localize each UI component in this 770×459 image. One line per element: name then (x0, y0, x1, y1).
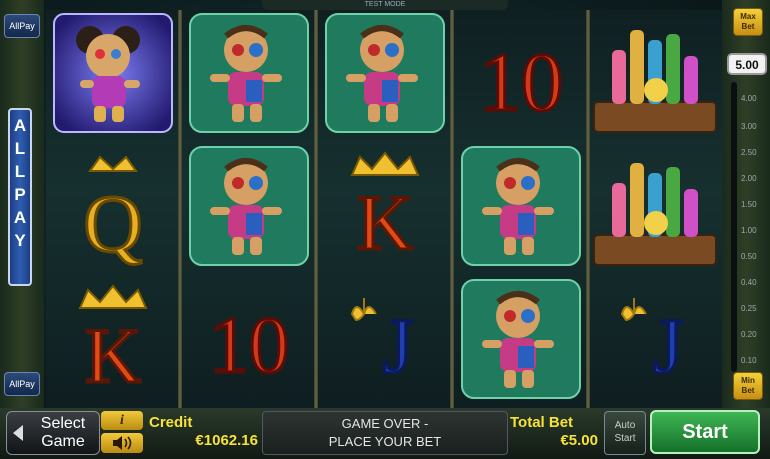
sound-button[interactable] (101, 433, 143, 453)
bet-tick: 0.20 (741, 330, 757, 339)
symbol-jack: J (592, 276, 718, 402)
bet-tick: 3.00 (741, 122, 757, 131)
symbol-king: K (322, 143, 448, 269)
min-bet-label: Bet (741, 386, 755, 395)
total-bet-label: Total Bet (510, 414, 574, 431)
symbol-voodoo-doll (186, 10, 312, 136)
allpay-letter: Y (14, 231, 26, 250)
svg-text:10: 10 (209, 302, 289, 390)
select-game-label: Game (41, 433, 85, 450)
select-game-label: Select (40, 415, 86, 432)
back-arrow-icon (13, 425, 23, 441)
total-bet-value: €5.00 (560, 432, 598, 449)
svg-text:J: J (653, 302, 683, 389)
symbol-voodoo-doll-wild (50, 10, 176, 136)
credit-label: Credit (149, 414, 193, 431)
min-bet-label: Min (741, 376, 755, 385)
max-bet-label: Max (740, 12, 756, 21)
symbol-queen: Q (50, 143, 176, 269)
bet-slider[interactable]: 4.00 3.00 2.50 2.00 1.50 1.00 0.50 0.40 … (727, 82, 765, 372)
auto-start-label: Auto (614, 420, 636, 431)
symbol-ten: 10 (186, 276, 312, 402)
svg-text:K: K (357, 179, 413, 266)
bet-tick: 2.00 (741, 174, 757, 183)
bet-value-display: 5.00 (727, 53, 767, 75)
allpay-top-button[interactable]: AllPay (4, 14, 40, 38)
allpay-letter: A (13, 116, 27, 135)
max-bet-button[interactable]: Max Bet (733, 8, 763, 36)
max-bet-label: Bet (741, 22, 755, 31)
symbol-potions (592, 10, 718, 136)
bet-tick: 0.40 (741, 278, 757, 287)
bet-tick: 0.25 (741, 304, 757, 313)
svg-text:K: K (85, 312, 141, 399)
allpay-bottom-button[interactable]: AllPay (4, 372, 40, 396)
symbol-king: K (50, 276, 176, 402)
allpay-vertical-label: A L L P A Y (8, 108, 32, 286)
allpay-letter: P (14, 185, 26, 204)
game-screen: TEST MODE 10 Q K K 10 J J AllPay A L L P… (0, 0, 770, 459)
svg-text:10: 10 (479, 36, 563, 129)
svg-text:J: J (383, 302, 413, 389)
auto-start-label: Start (614, 433, 636, 444)
symbol-jack: J (322, 276, 448, 402)
bet-slider-track[interactable] (731, 82, 737, 372)
info-button[interactable]: i (101, 411, 143, 430)
symbol-voodoo-doll (458, 276, 584, 402)
message-line: GAME OVER - (341, 416, 429, 431)
svg-text:Q: Q (83, 178, 142, 269)
symbol-voodoo-doll (322, 10, 448, 136)
bet-tick: 2.50 (741, 148, 757, 157)
message-line: PLACE YOUR BET (328, 434, 442, 449)
symbol-voodoo-doll (458, 143, 584, 269)
allpay-letter: A (13, 208, 27, 227)
auto-start-button[interactable]: Auto Start (604, 411, 646, 455)
symbol-voodoo-doll (186, 143, 312, 269)
allpay-letter: L (14, 139, 26, 158)
message-box: GAME OVER - PLACE YOUR BET (262, 411, 508, 455)
start-button[interactable]: Start (650, 410, 760, 454)
min-bet-button[interactable]: Min Bet (733, 372, 763, 400)
allpay-letter: L (14, 162, 26, 181)
bet-tick: 4.00 (741, 94, 757, 103)
symbol-ten: 10 (458, 10, 584, 136)
speaker-icon (113, 436, 132, 450)
select-game-button[interactable]: Select Game (6, 411, 100, 455)
bet-tick: 0.50 (741, 252, 757, 261)
bet-tick: 1.00 (741, 226, 757, 235)
top-label: TEST MODE (262, 0, 508, 10)
symbol-potions (592, 143, 718, 269)
bet-tick: 0.10 (741, 356, 757, 365)
bet-tick: 1.50 (741, 200, 757, 209)
credit-value: €1062.16 (195, 432, 258, 449)
